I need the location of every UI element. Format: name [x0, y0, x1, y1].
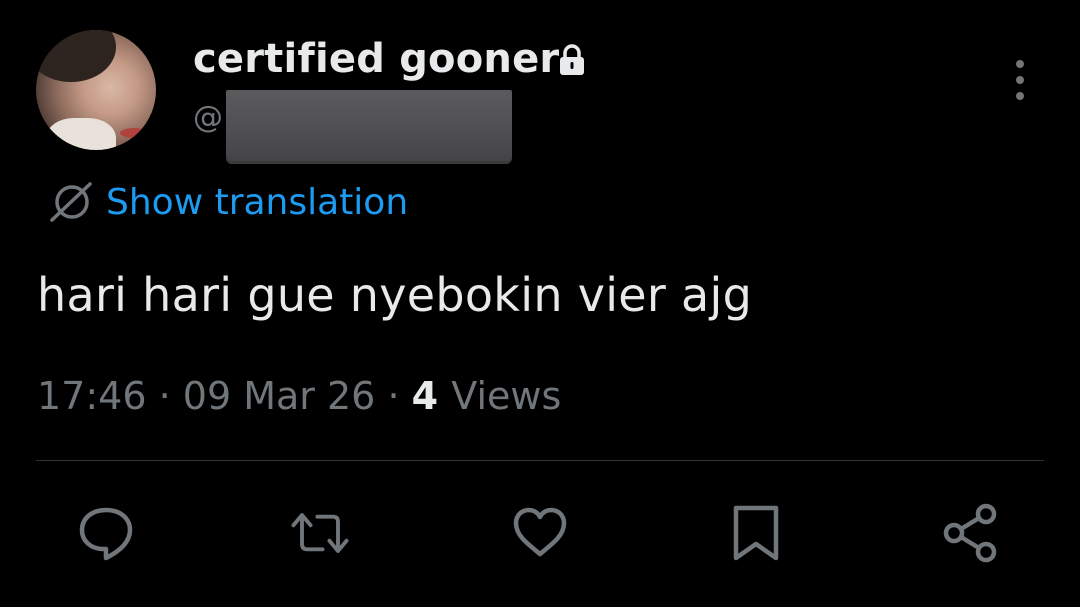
- show-translation-button[interactable]: Show translation: [48, 180, 408, 224]
- heart-icon: [513, 507, 567, 557]
- avatar[interactable]: [36, 30, 156, 150]
- retweet-icon: [291, 513, 349, 553]
- avatar-hair: [36, 30, 116, 82]
- tweet-text: hari hari gue nyebokin vier ajg: [37, 268, 753, 322]
- meta-separator: ·: [387, 374, 412, 418]
- reply-button[interactable]: [76, 502, 136, 564]
- show-translation-label: Show translation: [106, 181, 409, 223]
- avatar-lip: [120, 128, 148, 138]
- more-vertical-icon[interactable]: [1008, 58, 1032, 102]
- handle-prefix: @: [193, 100, 223, 135]
- display-name[interactable]: certified gooner: [193, 36, 559, 82]
- globe-icon: [50, 182, 92, 222]
- views-label[interactable]: Views: [451, 374, 561, 418]
- handle-redaction: [226, 90, 512, 164]
- reply-icon: [79, 507, 133, 561]
- bookmark-button[interactable]: [726, 502, 786, 564]
- retweet-button[interactable]: [290, 502, 350, 564]
- share-button[interactable]: [940, 502, 1000, 564]
- avatar-shirt: [46, 118, 116, 150]
- tweet-time[interactable]: 17:46: [37, 374, 147, 418]
- share-icon: [943, 503, 997, 563]
- like-button[interactable]: [510, 502, 570, 564]
- bookmark-icon: [733, 505, 779, 561]
- lock-icon: [560, 44, 584, 75]
- meta-separator: ·: [158, 374, 183, 418]
- tweet-meta: 17:46 · 09 Mar 26 · 4 Views: [37, 374, 561, 418]
- tweet-date[interactable]: 09 Mar 26: [183, 374, 376, 418]
- views-count[interactable]: 4: [412, 374, 452, 418]
- divider: [36, 460, 1044, 461]
